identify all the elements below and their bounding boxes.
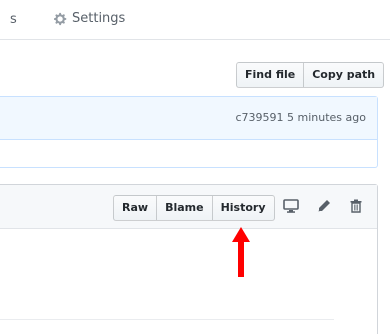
file-actions: Raw Blame History [113,195,275,221]
copy-path-button[interactable]: Copy path [303,63,383,87]
tab-partial[interactable]: s [10,12,17,27]
tab-settings-label: Settings [72,11,126,26]
desktop-icon[interactable] [282,196,300,216]
commit-time: 5 minutes ago [287,111,366,124]
file-box: Raw Blame History [0,184,378,334]
trash-icon[interactable] [347,196,365,216]
commit-meta: c739591 5 minutes ago [235,111,366,124]
commit-sha[interactable]: c739591 [235,111,283,124]
blame-button[interactable]: Blame [156,196,212,220]
red-arrow-up-icon [232,227,250,277]
commit-header: c739591 5 minutes ago [0,97,377,140]
find-file-button[interactable]: Find file [237,63,303,87]
tab-settings[interactable]: Settings [54,11,125,26]
content-divider [0,319,334,320]
raw-button[interactable]: Raw [114,196,156,220]
commit-tease: c739591 5 minutes ago [0,96,378,168]
repo-tabbar: s Settings [0,0,390,40]
history-button[interactable]: History [211,196,274,220]
pencil-icon[interactable] [315,196,333,216]
gear-icon [54,12,68,26]
file-navigation: Find file Copy path [236,62,385,88]
file-header: Raw Blame History [0,185,377,229]
